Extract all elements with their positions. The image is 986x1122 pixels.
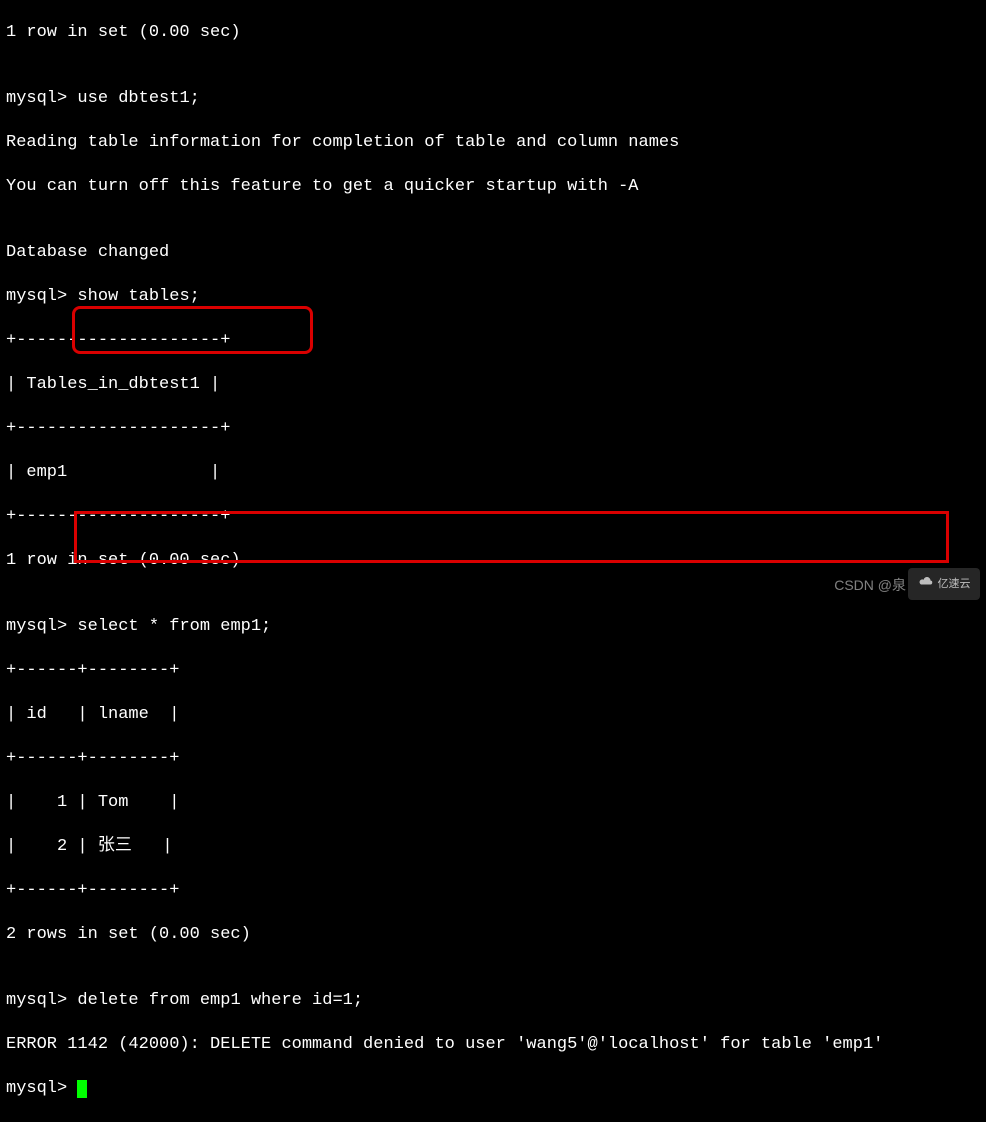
command-text: select * from emp1; (77, 617, 271, 636)
mysql-prompt: mysql> (6, 89, 77, 108)
mysql-prompt: mysql> (6, 991, 77, 1010)
watermark-logo: 亿速云 (908, 568, 980, 600)
prompt-line[interactable]: mysql> (6, 1078, 980, 1100)
info-line: You can turn off this feature to get a q… (6, 176, 980, 198)
command-text: use dbtest1; (77, 89, 199, 108)
error-line: ERROR 1142 (42000): DELETE command denie… (6, 1034, 980, 1056)
table-header: | id | lname | (6, 704, 980, 726)
command-text: delete from emp1 where id=1; (77, 991, 363, 1010)
cloud-icon (918, 573, 934, 595)
cursor-icon (77, 1080, 87, 1098)
table-border: +--------------------+ (6, 418, 980, 440)
highlight-select-query (72, 306, 313, 354)
command-line: mysql> show tables; (6, 286, 980, 308)
mysql-prompt: mysql> (6, 287, 77, 306)
command-line: mysql> select * from emp1; (6, 616, 980, 638)
info-line: Reading table information for completion… (6, 132, 980, 154)
table-header: | Tables_in_dbtest1 | (6, 374, 980, 396)
watermark-text: CSDN @泉 (834, 574, 906, 596)
highlight-delete-error (74, 511, 949, 563)
command-line: mysql> use dbtest1; (6, 88, 980, 110)
table-border: +------+--------+ (6, 748, 980, 770)
command-line: mysql> delete from emp1 where id=1; (6, 990, 980, 1012)
watermark-logo-text: 亿速云 (938, 573, 971, 595)
info-line: Database changed (6, 242, 980, 264)
command-text: show tables; (77, 287, 199, 306)
mysql-prompt: mysql> (6, 1079, 77, 1098)
table-row: | 1 | Tom | (6, 792, 980, 814)
table-border: +------+--------+ (6, 660, 980, 682)
mysql-prompt: mysql> (6, 617, 77, 636)
table-row: | emp1 | (6, 462, 980, 484)
result-line: 1 row in set (0.00 sec) (6, 22, 980, 44)
table-row: | 2 | 张三 | (6, 836, 980, 858)
table-border: +------+--------+ (6, 880, 980, 902)
result-line: 2 rows in set (0.00 sec) (6, 924, 980, 946)
